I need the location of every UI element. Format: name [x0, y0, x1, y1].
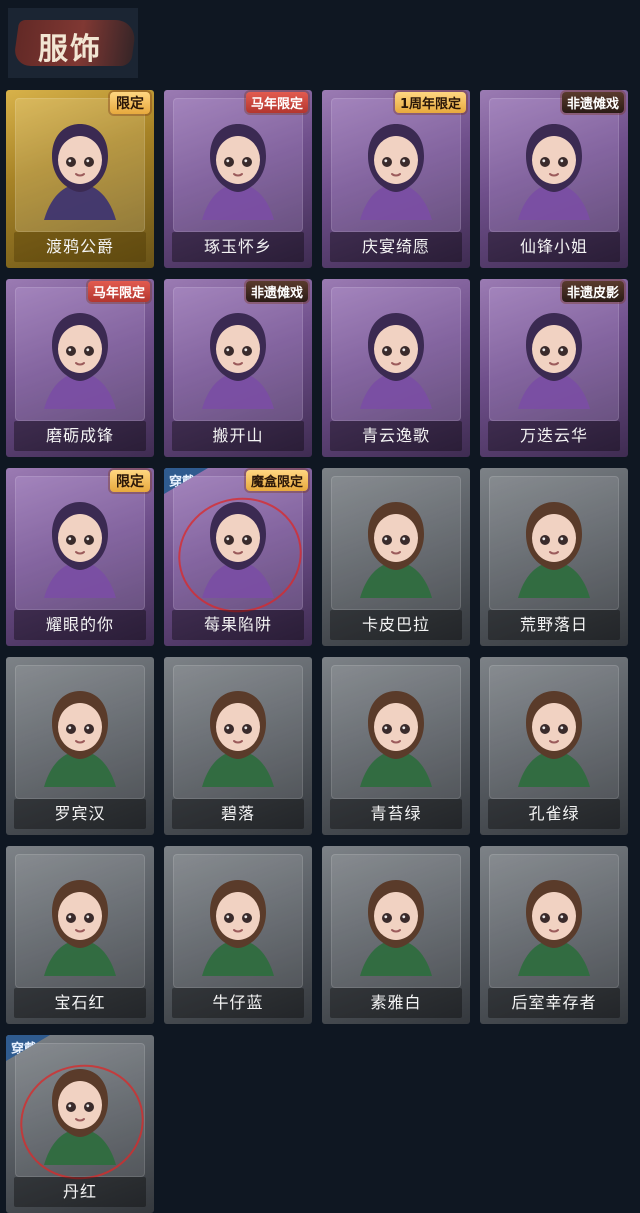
costume-card[interactable]: 非遗傩戏搬开山 — [164, 279, 312, 457]
costume-grid: 限定 渡鸦公爵 马年限定 琢玉怀乡 1周年限定 庆宴绮愿 非遗傩戏 仙锋小姐 马… — [6, 90, 634, 1213]
character-portrait-icon — [350, 681, 442, 789]
costume-name: 琢玉怀乡 — [172, 232, 304, 262]
character-portrait-icon — [350, 870, 442, 978]
costume-badge: 马年限定 — [245, 92, 308, 113]
costume-name: 渡鸦公爵 — [14, 232, 146, 262]
character-portrait-icon — [350, 492, 442, 600]
costume-card[interactable]: 限定耀眼的你 — [6, 468, 154, 646]
costume-name: 青云逸歌 — [330, 421, 462, 451]
costume-badge: 非遗傩戏 — [245, 281, 308, 302]
character-portrait-icon — [508, 492, 600, 600]
character-portrait-icon — [192, 681, 284, 789]
costume-name: 万迭云华 — [488, 421, 620, 451]
costume-badge: 1周年限定 — [394, 92, 466, 113]
character-portrait-icon — [34, 492, 126, 600]
character-portrait-icon — [192, 114, 284, 222]
costume-card[interactable]: 素雅白 — [322, 846, 470, 1024]
costume-name: 磨砺成锋 — [14, 421, 146, 451]
costume-name: 庆宴绮愿 — [330, 232, 462, 262]
costume-badge: 非遗皮影 — [561, 281, 624, 302]
costume-name: 荒野落日 — [488, 610, 620, 640]
character-portrait-icon — [192, 303, 284, 411]
costume-card[interactable]: 青苔绿 — [322, 657, 470, 835]
costume-name: 卡皮巴拉 — [330, 610, 462, 640]
costume-name: 耀眼的你 — [14, 610, 146, 640]
costume-card[interactable]: 罗宾汉 — [6, 657, 154, 835]
costume-card[interactable]: 青云逸歌 — [322, 279, 470, 457]
costume-badge: 限定 — [110, 470, 150, 492]
character-portrait-icon — [508, 681, 600, 789]
character-portrait-icon — [192, 870, 284, 978]
costume-card[interactable]: 后室幸存者 — [480, 846, 628, 1024]
costume-card[interactable]: 穿戴 丹红 — [6, 1035, 154, 1213]
costume-name: 碧落 — [172, 799, 304, 829]
costume-card[interactable]: 魔盒限定 穿戴 莓果陷阱 — [164, 468, 312, 646]
page-title: 服饰 — [38, 32, 102, 67]
costume-card[interactable]: 卡皮巴拉 — [322, 468, 470, 646]
character-portrait-icon — [350, 303, 442, 411]
costume-name: 罗宾汉 — [14, 799, 146, 829]
character-portrait-icon — [34, 114, 126, 222]
character-portrait-icon — [34, 303, 126, 411]
costume-card[interactable]: 马年限定磨砺成锋 — [6, 279, 154, 457]
costume-name: 青苔绿 — [330, 799, 462, 829]
character-portrait-icon — [350, 114, 442, 222]
costume-card[interactable]: 限定渡鸦公爵 — [6, 90, 154, 268]
costume-name: 仙锋小姐 — [488, 232, 620, 262]
costume-name: 后室幸存者 — [488, 988, 620, 1018]
character-portrait-icon — [508, 114, 600, 222]
costume-header: 服饰 — [8, 8, 138, 78]
costume-card[interactable]: 马年限定琢玉怀乡 — [164, 90, 312, 268]
costume-badge: 魔盒限定 — [245, 470, 308, 491]
costume-card[interactable]: 碧落 — [164, 657, 312, 835]
character-portrait-icon — [34, 681, 126, 789]
costume-card[interactable]: 宝石红 — [6, 846, 154, 1024]
costume-name: 素雅白 — [330, 988, 462, 1018]
character-portrait-icon — [508, 303, 600, 411]
character-portrait-icon — [508, 870, 600, 978]
costume-card[interactable]: 1周年限定庆宴绮愿 — [322, 90, 470, 268]
costume-name: 宝石红 — [14, 988, 146, 1018]
costume-name: 丹红 — [14, 1177, 146, 1207]
costume-card[interactable]: 非遗傩戏仙锋小姐 — [480, 90, 628, 268]
costume-name: 莓果陷阱 — [172, 610, 304, 640]
character-portrait-icon — [192, 492, 284, 600]
costume-card[interactable]: 非遗皮影万迭云华 — [480, 279, 628, 457]
costume-name: 牛仔蓝 — [172, 988, 304, 1018]
costume-badge: 非遗傩戏 — [561, 92, 624, 113]
costume-card[interactable]: 荒野落日 — [480, 468, 628, 646]
costume-card[interactable]: 孔雀绿 — [480, 657, 628, 835]
costume-badge: 马年限定 — [87, 281, 150, 302]
character-portrait-icon — [34, 1059, 126, 1167]
costume-card[interactable]: 牛仔蓝 — [164, 846, 312, 1024]
character-portrait-icon — [34, 870, 126, 978]
costume-name: 搬开山 — [172, 421, 304, 451]
costume-badge: 限定 — [110, 92, 150, 114]
costume-name: 孔雀绿 — [488, 799, 620, 829]
